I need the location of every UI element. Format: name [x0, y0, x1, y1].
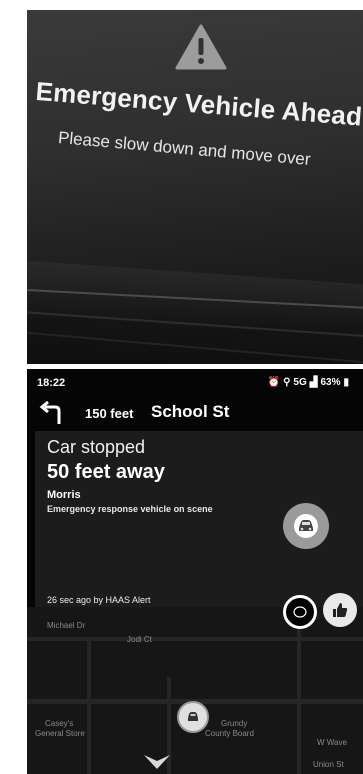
- alert-title: Car stopped: [47, 437, 146, 457]
- navigation-app-screen: 18:22 ⏰ ⚲ 5G ▟ 63% ▮ 150 feet School St …: [27, 369, 363, 774]
- alert-distance: 50 feet away: [47, 461, 165, 483]
- status-time: 18:22: [37, 377, 66, 389]
- comment-button[interactable]: [283, 595, 317, 629]
- status-icons: ⏰ ⚲ 5G ▟ 63% ▮: [268, 377, 349, 388]
- warning-triangle-icon: [175, 24, 227, 70]
- car-display-photo: Emergency Vehicle Ahead Please slow down…: [27, 10, 363, 364]
- turn-instruction-bar[interactable]: 150 feet School St: [27, 397, 363, 427]
- alert-subline: Please slow down and move over: [57, 128, 312, 169]
- turn-street-name: School St: [151, 402, 230, 421]
- map-label-general-store: General Store: [35, 729, 85, 738]
- battery-label: 63%: [320, 377, 341, 388]
- car-icon: [294, 514, 318, 538]
- map-label-jodi-ct: Jodi Ct: [127, 635, 152, 644]
- map-road: [87, 637, 91, 774]
- speech-bubble-icon: [293, 606, 307, 618]
- thumbs-up-icon: [333, 603, 348, 617]
- map-road: [297, 617, 301, 774]
- network-label: 5G: [293, 377, 307, 388]
- map-road: [27, 637, 363, 641]
- car-icon: [188, 712, 198, 721]
- map-label-michael-dr: Michael Dr: [47, 621, 86, 630]
- alert-description: Emergency response vehicle on scene: [47, 504, 213, 514]
- thumbs-up-button[interactable]: [323, 593, 357, 627]
- map-label-county-board: County Board: [205, 729, 254, 738]
- battery-icon: ▮: [343, 377, 349, 388]
- hazard-alert-card[interactable]: Car stopped 50 feet away Morris Emergenc…: [35, 431, 363, 631]
- map-label-caseys: Casey's: [45, 719, 74, 728]
- turn-distance: 150 feet: [85, 406, 134, 421]
- alert-timestamp: 26 sec ago by HAAS Alert: [47, 595, 151, 605]
- alarm-icon: ⏰: [267, 377, 281, 388]
- map-view[interactable]: Michael Dr Jodi Ct Casey's General Store…: [27, 607, 363, 774]
- map-hazard-marker[interactable]: [177, 701, 209, 733]
- signal-icon: ▟: [309, 377, 318, 388]
- alert-car-button[interactable]: [283, 503, 329, 549]
- status-bar: 18:22 ⏰ ⚲ 5G ▟ 63% ▮: [27, 369, 363, 395]
- current-position-chevron-icon: [144, 755, 170, 769]
- alert-location: Morris: [47, 489, 81, 501]
- alert-headline: Emergency Vehicle Ahead: [34, 76, 363, 132]
- map-label-union-st: Union St: [313, 760, 344, 769]
- map-label-w-wave: W Wave: [317, 738, 347, 747]
- location-icon: ⚲: [283, 377, 291, 388]
- map-label-grundy: Grundy: [221, 719, 248, 728]
- turn-left-icon: [39, 401, 61, 424]
